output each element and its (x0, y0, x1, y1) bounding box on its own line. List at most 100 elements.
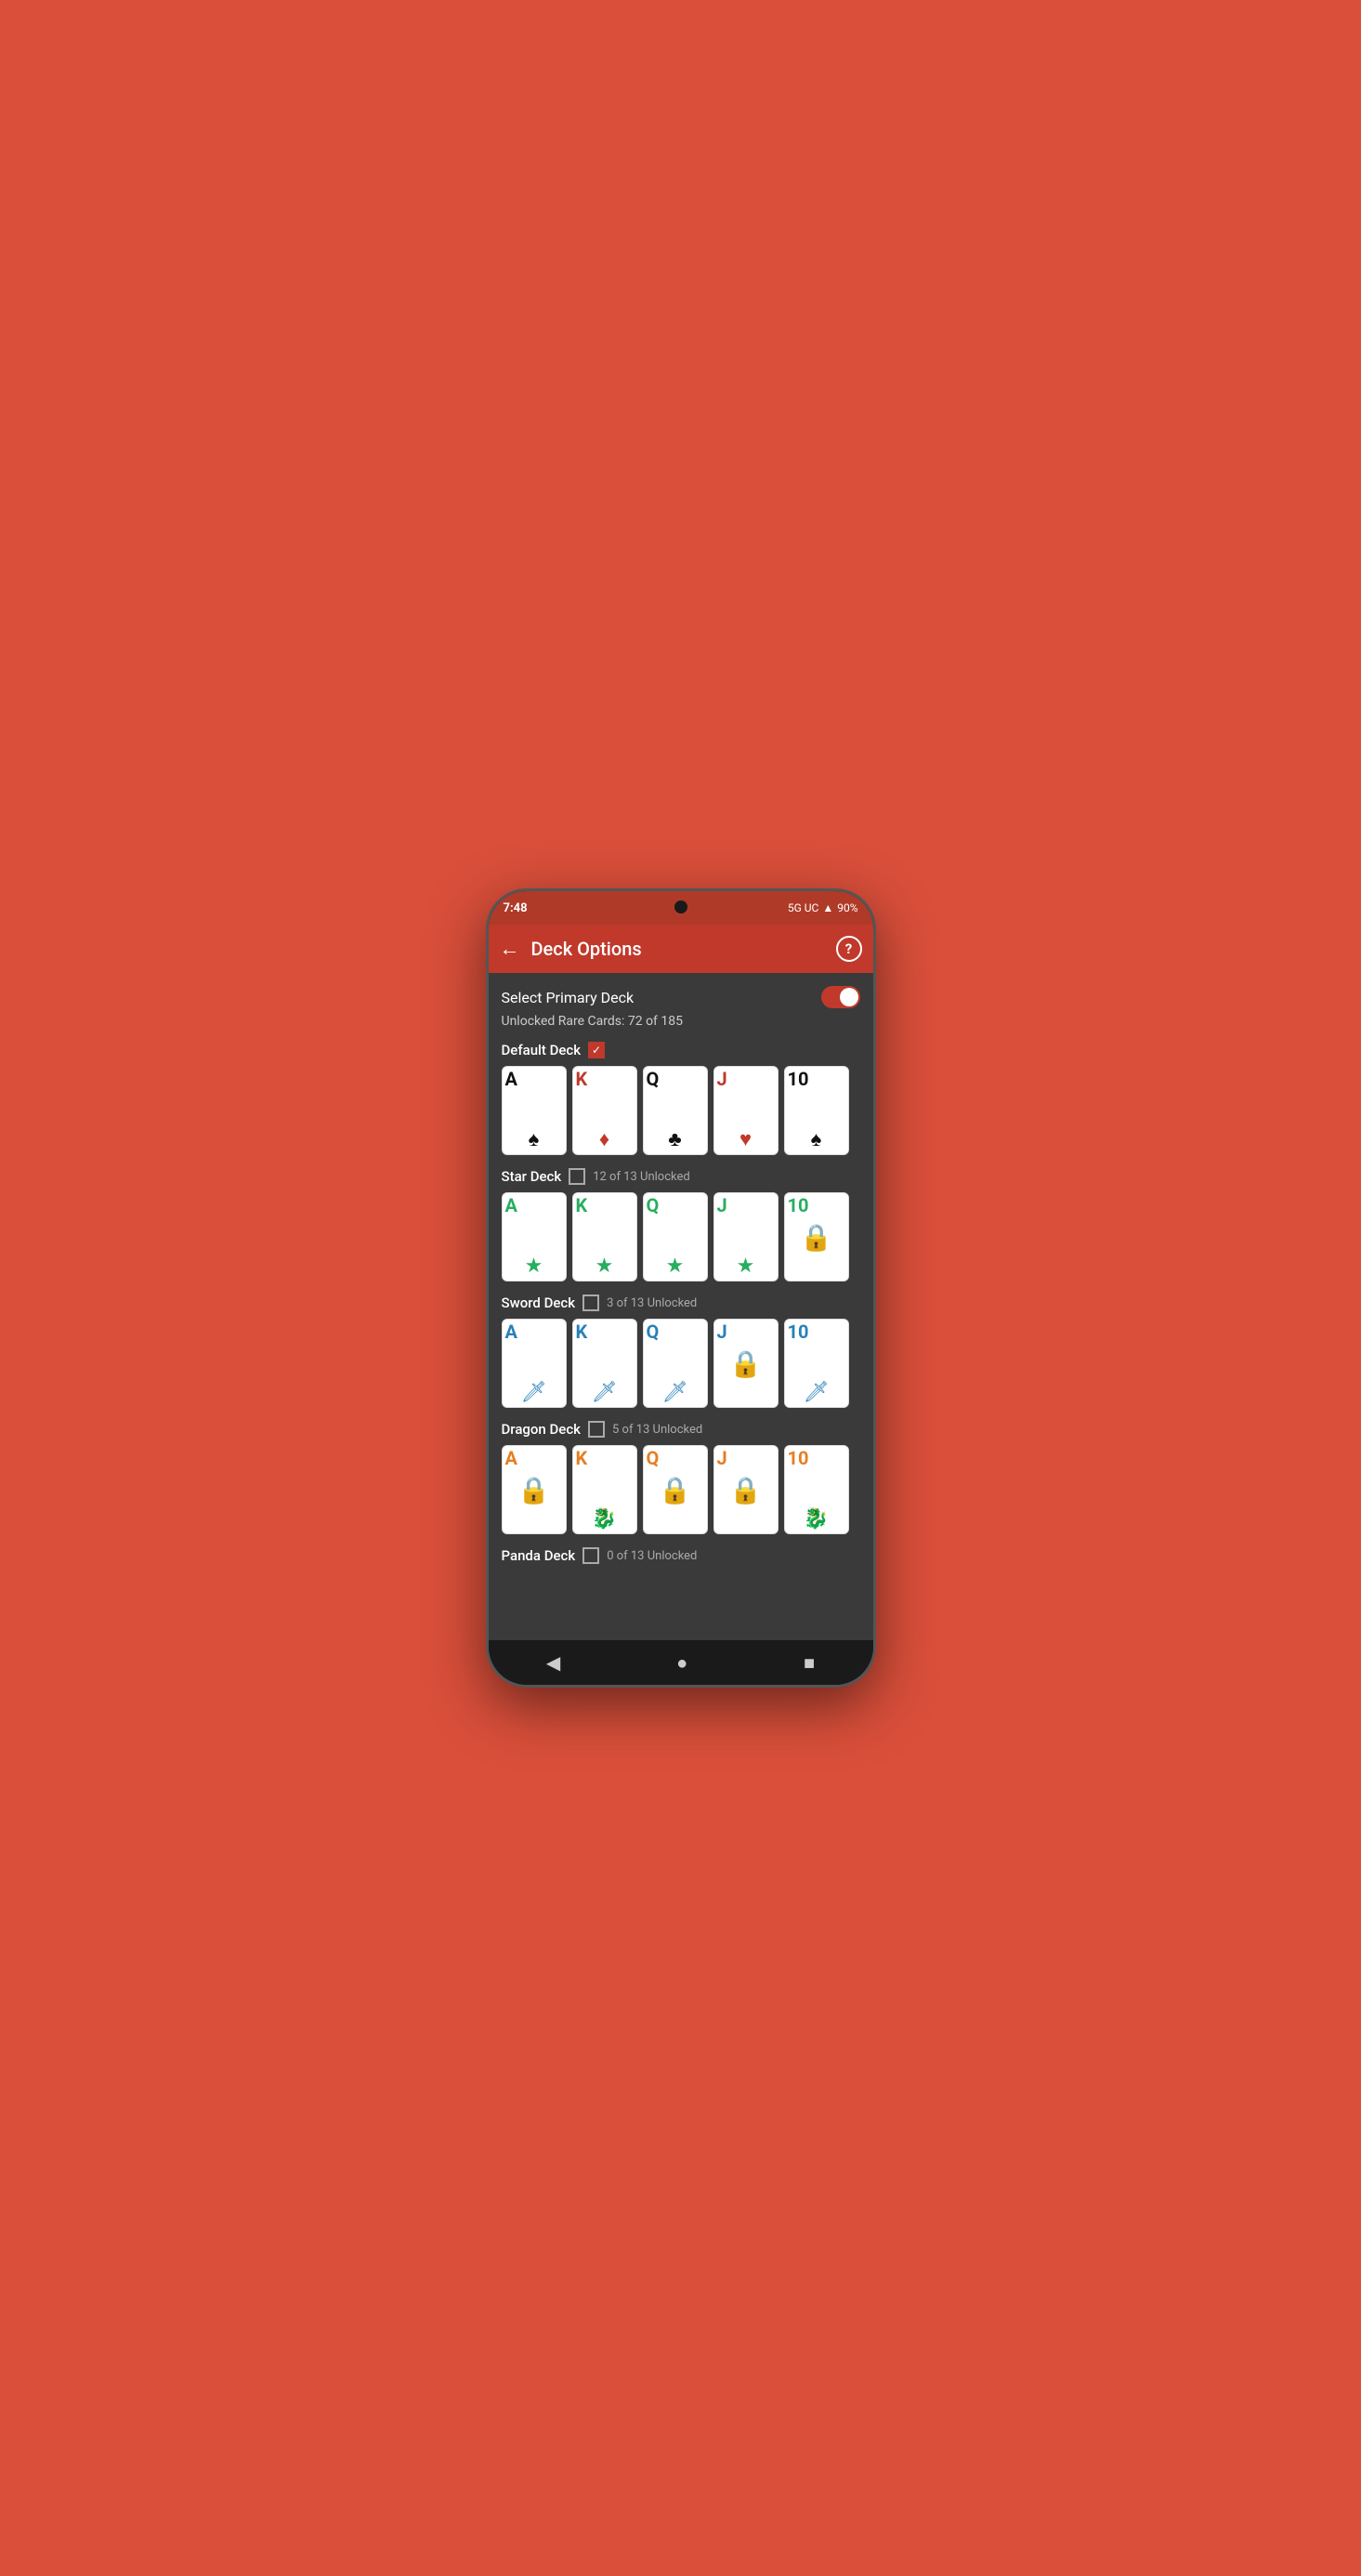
deck-header-0: Default Deck (502, 1042, 860, 1058)
unlocked-rare-text: Unlocked Rare Cards: 72 of 185 (502, 1014, 860, 1029)
card-suit-1-2: ★ (666, 1256, 685, 1277)
card-1-2[interactable]: Q★ (643, 1192, 708, 1281)
deck-checkbox-3[interactable] (588, 1421, 605, 1438)
lock-icon-3-0: 🔒 (517, 1475, 550, 1505)
card-locked-overlay-3-0: 🔒 (503, 1446, 566, 1533)
deck-unlock-count-2: 3 of 13 Unlocked (607, 1296, 697, 1310)
card-suit-2-0: 🗡 (521, 1383, 547, 1403)
decks-container: Default DeckA♠K♦Q♣J♥10♠Star Deck12 of 13… (502, 1042, 860, 1564)
card-0-1[interactable]: K♦ (572, 1066, 637, 1155)
deck-section-4: Panda Deck0 of 13 Unlocked (502, 1547, 860, 1564)
deck-checkbox-2[interactable] (582, 1295, 599, 1311)
phone-device: 7:48 5G UC ▲ 90% ← Deck Options ? Select… (486, 888, 876, 1688)
deck-name-0: Default Deck (502, 1042, 582, 1058)
lock-icon-3-2: 🔒 (659, 1475, 691, 1505)
deck-name-1: Star Deck (502, 1168, 562, 1185)
card-suit-3-1: 🐉 (592, 1509, 617, 1530)
card-3-1[interactable]: K🐉 (572, 1445, 637, 1534)
status-bar: 7:48 5G UC ▲ 90% (489, 891, 873, 925)
lock-icon-1-4: 🔒 (800, 1222, 832, 1253)
card-0-4[interactable]: 10 ♠ (784, 1066, 849, 1155)
card-suit-3-4: 🐉 (804, 1509, 829, 1530)
card-1-0[interactable]: A★ (502, 1192, 567, 1281)
card-rank-3-4: 10 (788, 1449, 845, 1467)
card-locked-overlay-1-4: 🔒 (785, 1193, 848, 1281)
card-2-4[interactable]: 10🗡 (784, 1319, 849, 1408)
card-3-3[interactable]: J🔒 (713, 1445, 779, 1534)
lock-icon-2-3: 🔒 (729, 1348, 762, 1379)
deck-name-2: Sword Deck (502, 1295, 576, 1311)
card-suit-0-2: ♣ (668, 1130, 681, 1150)
nav-home-button[interactable]: ● (676, 1651, 687, 1675)
back-button[interactable]: ← (500, 937, 520, 961)
power-button[interactable] (873, 1003, 876, 1040)
deck-checkbox-4[interactable] (582, 1547, 599, 1564)
card-1-4[interactable]: 10🔒 (784, 1192, 849, 1281)
card-1-3[interactable]: J★ (713, 1192, 779, 1281)
deck-header-4: Panda Deck0 of 13 Unlocked (502, 1547, 860, 1564)
deck-checkbox-1[interactable] (569, 1168, 585, 1185)
card-suit-0-3: ♥ (739, 1130, 752, 1150)
camera-notch (674, 900, 687, 913)
deck-header-1: Star Deck 12 of 13 Unlocked (502, 1168, 860, 1185)
card-3-4[interactable]: 10 🐉 (784, 1445, 849, 1534)
card-suit-1-1: ★ (595, 1256, 614, 1277)
card-3-2[interactable]: Q🔒 (643, 1445, 708, 1534)
card-3-0[interactable]: A🔒 (502, 1445, 567, 1534)
deck-name-4: Panda Deck (502, 1547, 576, 1564)
main-content: Select Primary Deck Unlocked Rare Cards:… (489, 973, 873, 1640)
volume-down-button[interactable] (486, 1021, 489, 1049)
card-rank-2-0: A (505, 1322, 563, 1341)
card-rank-2-1: K (576, 1322, 634, 1341)
network-icon: 5G UC (788, 901, 819, 914)
card-suit-0-4: ♠ (811, 1130, 822, 1150)
primary-deck-row: Select Primary Deck (502, 986, 860, 1008)
card-1-1[interactable]: K★ (572, 1192, 637, 1281)
deck-checkbox-0[interactable] (588, 1042, 605, 1058)
volume-up-button[interactable] (486, 984, 489, 1012)
card-0-2[interactable]: Q♣ (643, 1066, 708, 1155)
card-suit-1-0: ★ (525, 1256, 543, 1277)
card-0-3[interactable]: J♥ (713, 1066, 779, 1155)
status-icons: 5G UC ▲ 90% (788, 901, 858, 914)
help-button[interactable]: ? (836, 936, 862, 962)
cards-row-1: A★K★Q★J★10🔒 (502, 1192, 860, 1281)
card-rank-1-3: J (717, 1196, 775, 1215)
status-time: 7:48 (504, 901, 528, 915)
card-rank-3-1: K (576, 1449, 634, 1467)
card-rank-1-1: K (576, 1196, 634, 1215)
nav-back-button[interactable]: ◀ (546, 1651, 560, 1674)
app-bar: ← Deck Options ? (489, 925, 873, 973)
card-suit-1-3: ★ (737, 1256, 755, 1277)
primary-deck-toggle[interactable] (821, 986, 860, 1008)
deck-section-0: Default DeckA♠K♦Q♣J♥10♠ (502, 1042, 860, 1155)
nav-bar: ◀ ● ■ (489, 1640, 873, 1685)
card-rank-0-2: Q (647, 1070, 704, 1088)
card-rank-0-4: 10 (788, 1070, 845, 1088)
card-rank-1-2: Q (647, 1196, 704, 1215)
card-2-0[interactable]: A🗡 (502, 1319, 567, 1408)
card-2-3[interactable]: J🔒 (713, 1319, 779, 1408)
card-rank-1-0: A (505, 1196, 563, 1215)
deck-unlock-count-3: 5 of 13 Unlocked (612, 1423, 702, 1437)
power-button-2[interactable] (873, 1049, 876, 1086)
card-2-2[interactable]: Q🗡 (643, 1319, 708, 1408)
cards-row-3: A🔒K🐉Q🔒J🔒10🐉 (502, 1445, 860, 1534)
card-locked-overlay-3-3: 🔒 (714, 1446, 778, 1533)
deck-unlock-count-1: 12 of 13 Unlocked (593, 1170, 690, 1184)
nav-recent-button[interactable]: ■ (804, 1651, 815, 1675)
card-0-0[interactable]: A♠ (502, 1066, 567, 1155)
card-suit-2-2: 🗡 (662, 1383, 688, 1403)
card-rank-0-1: K (576, 1070, 634, 1088)
cards-row-0: A♠K♦Q♣J♥10♠ (502, 1066, 860, 1155)
card-rank-0-0: A (505, 1070, 563, 1088)
card-rank-2-2: Q (647, 1322, 704, 1341)
card-locked-overlay-3-2: 🔒 (644, 1446, 707, 1533)
card-suit-0-0: ♠ (529, 1130, 540, 1150)
deck-header-2: Sword Deck 3 of 13 Unlocked (502, 1295, 860, 1311)
cards-row-2: A🗡K🗡Q🗡J🔒10🗡 (502, 1319, 860, 1408)
card-2-1[interactable]: K🗡 (572, 1319, 637, 1408)
card-rank-0-3: J (717, 1070, 775, 1088)
deck-name-3: Dragon Deck (502, 1421, 582, 1438)
toggle-knob (840, 988, 858, 1006)
